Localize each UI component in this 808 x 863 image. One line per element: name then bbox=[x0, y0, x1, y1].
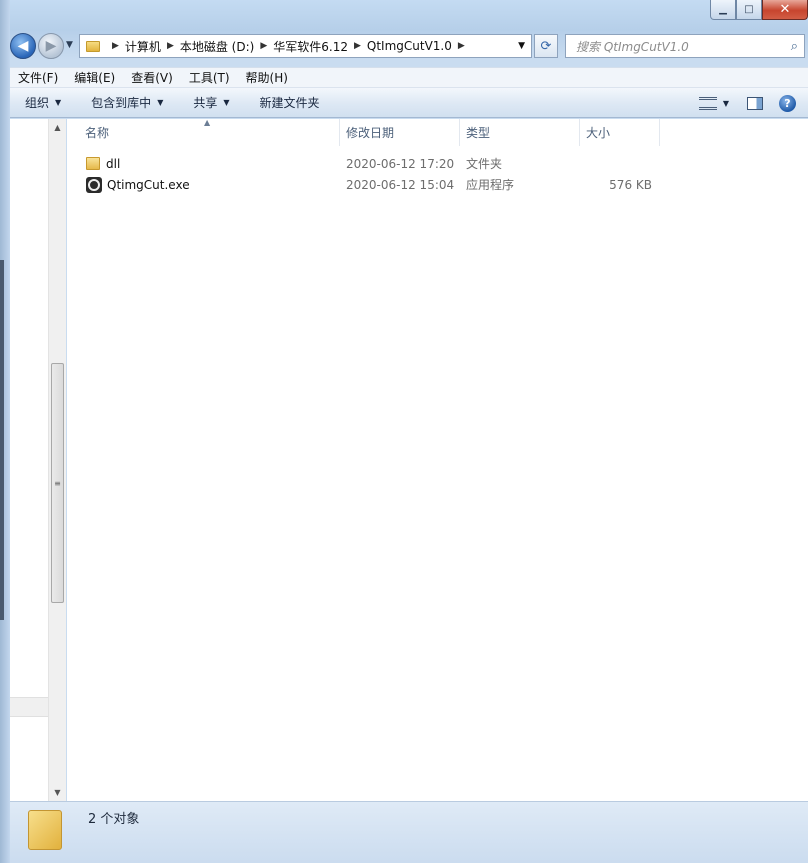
recent-pages-dropdown-icon[interactable]: ▼ bbox=[66, 40, 73, 50]
menu-bar: 文件(F) 编辑(E) 查看(V) 工具(T) 帮助(H) bbox=[10, 67, 808, 88]
column-date[interactable]: 修改日期 bbox=[340, 119, 460, 146]
folder-icon bbox=[28, 810, 62, 850]
column-date-label: 修改日期 bbox=[346, 126, 395, 140]
file-size: 576 KB bbox=[609, 177, 652, 192]
chevron-right-icon[interactable]: ▶ bbox=[458, 41, 465, 51]
column-type[interactable]: 类型 bbox=[460, 119, 580, 146]
preview-pane-icon[interactable] bbox=[747, 96, 763, 110]
address-dropdown-icon[interactable]: ▼ bbox=[518, 41, 525, 51]
details-pane: 2 个对象 bbox=[10, 801, 808, 863]
chevron-down-icon: ▼ bbox=[55, 98, 62, 107]
sort-up-icon: ▲ bbox=[204, 118, 211, 127]
chevron-down-icon: ▼ bbox=[157, 98, 164, 107]
menu-file[interactable]: 文件(F) bbox=[10, 69, 66, 86]
search-input[interactable]: 搜索 QtImgCutV1.0 ⌕ bbox=[565, 34, 805, 58]
breadcrumb-computer[interactable]: 计算机 bbox=[125, 38, 161, 55]
forward-arrow-icon[interactable]: ▶ bbox=[38, 33, 64, 59]
file-list[interactable]: ▲ 名称 修改日期 类型 大小 dll 2020-06-12 17:20 文件夹 bbox=[67, 118, 808, 801]
file-type: 应用程序 bbox=[466, 178, 515, 192]
help-icon[interactable]: ? bbox=[779, 94, 796, 112]
file-row[interactable]: dll 2020-06-12 17:20 文件夹 bbox=[67, 153, 667, 174]
search-icon[interactable]: ⌕ bbox=[791, 39, 798, 54]
chevron-down-icon[interactable]: ▼ bbox=[723, 99, 729, 108]
view-options-icon[interactable] bbox=[698, 96, 717, 110]
chevron-right-icon[interactable]: ▶ bbox=[354, 41, 361, 51]
command-bar-right: ▼ ? bbox=[698, 88, 808, 118]
explorer-window: ▁ □ ✕ ◀ ▶ ▼ ▶ 计算机 ▶ 本地磁盘 (D:) ▶ 华军软件6.12… bbox=[0, 0, 808, 863]
breadcrumb-folder[interactable]: 华军软件6.12 bbox=[273, 38, 348, 55]
column-name-label: 名称 bbox=[85, 126, 110, 140]
column-size[interactable]: 大小 bbox=[580, 119, 660, 146]
back-arrow-icon[interactable]: ◀ bbox=[10, 33, 36, 59]
column-size-label: 大小 bbox=[586, 126, 611, 140]
column-type-label: 类型 bbox=[466, 126, 491, 140]
desktop-background-strip bbox=[0, 260, 4, 620]
organize-label: 组织 bbox=[25, 96, 50, 110]
chevron-right-icon[interactable]: ▶ bbox=[167, 41, 174, 51]
file-type: 文件夹 bbox=[466, 157, 503, 171]
new-folder-button[interactable]: 新建文件夹 bbox=[245, 94, 335, 111]
breadcrumb-current[interactable]: QtImgCutV1.0 bbox=[367, 39, 452, 53]
window-left-edge bbox=[0, 0, 10, 863]
minimize-button[interactable]: ▁ bbox=[710, 0, 736, 20]
chevron-down-icon: ▼ bbox=[223, 98, 230, 107]
refresh-button[interactable]: ⟳ bbox=[534, 34, 558, 58]
file-row[interactable]: QtimgCut.exe 2020-06-12 15:04 应用程序 576 K… bbox=[67, 174, 667, 195]
file-name: QtimgCut.exe bbox=[107, 177, 190, 192]
new-folder-label: 新建文件夹 bbox=[259, 96, 320, 110]
navigation-scrollbar[interactable]: ▲ ≡ ▼ bbox=[48, 119, 66, 801]
file-date: 2020-06-12 15:04 bbox=[346, 177, 455, 192]
breadcrumb-drive[interactable]: 本地磁盘 (D:) bbox=[180, 38, 254, 55]
menu-help[interactable]: 帮助(H) bbox=[238, 69, 296, 86]
command-bar: 组织 ▼ 包含到库中 ▼ 共享 ▼ 新建文件夹 ▼ ? bbox=[10, 88, 808, 118]
exe-icon bbox=[86, 176, 102, 193]
chevron-right-icon[interactable]: ▶ bbox=[112, 41, 119, 51]
include-library-button[interactable]: 包含到库中 ▼ bbox=[76, 94, 178, 111]
search-placeholder: 搜索 QtImgCutV1.0 bbox=[576, 39, 689, 54]
scrollbar-thumb[interactable]: ≡ bbox=[51, 363, 64, 603]
navigation-row: ◀ ▶ ▼ ▶ 计算机 ▶ 本地磁盘 (D:) ▶ 华军软件6.12 ▶ QtI… bbox=[0, 30, 808, 62]
include-library-label: 包含到库中 bbox=[91, 96, 152, 110]
file-name-cell: dll bbox=[67, 157, 340, 171]
column-header: ▲ 名称 修改日期 类型 大小 bbox=[67, 118, 808, 146]
file-name-cell: QtimgCut.exe bbox=[67, 176, 340, 193]
share-label: 共享 bbox=[193, 96, 218, 110]
folder-icon bbox=[86, 40, 100, 52]
folder-icon bbox=[86, 157, 100, 170]
menu-edit[interactable]: 编辑(E) bbox=[66, 69, 123, 86]
menu-tools[interactable]: 工具(T) bbox=[181, 69, 238, 86]
chevron-right-icon[interactable]: ▶ bbox=[260, 41, 267, 51]
close-button[interactable]: ✕ bbox=[762, 0, 808, 20]
column-name[interactable]: ▲ 名称 bbox=[67, 118, 340, 146]
menu-view[interactable]: 查看(V) bbox=[123, 69, 181, 86]
caption-buttons: ▁ □ ✕ bbox=[710, 0, 808, 20]
scroll-down-icon[interactable]: ▼ bbox=[49, 784, 66, 801]
share-button[interactable]: 共享 ▼ bbox=[178, 94, 244, 111]
file-name: dll bbox=[106, 156, 121, 171]
address-bar[interactable]: ▶ 计算机 ▶ 本地磁盘 (D:) ▶ 华军软件6.12 ▶ QtImgCutV… bbox=[79, 34, 532, 58]
refresh-icon: ⟳ bbox=[540, 38, 552, 54]
navigation-pane[interactable] bbox=[10, 119, 48, 801]
file-date: 2020-06-12 17:20 bbox=[346, 156, 455, 171]
item-count: 2 个对象 bbox=[88, 812, 140, 827]
navigation-pane-item[interactable] bbox=[10, 697, 48, 717]
scroll-up-icon[interactable]: ▲ bbox=[49, 119, 66, 136]
organize-button[interactable]: 组织 ▼ bbox=[10, 94, 76, 111]
maximize-button[interactable]: □ bbox=[736, 0, 762, 20]
